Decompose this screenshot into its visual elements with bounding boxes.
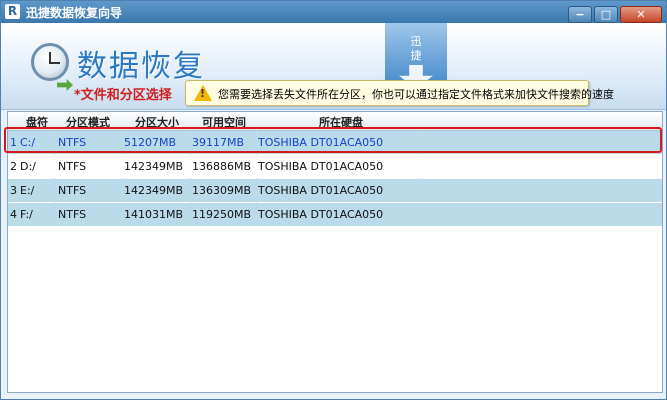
table-row[interactable]: 4 F:/ NTFS 141031MB 119250MB TOSHIBA DT0…	[8, 203, 662, 226]
row-index: 2	[10, 160, 17, 173]
drive-letter: E:/	[20, 184, 35, 197]
tooltip-hint: 您需要选择丢失文件所在分区，你也可以通过指定文件格式来加快文件搜索的速度	[185, 80, 614, 106]
brand-text: 迅捷	[410, 35, 422, 62]
title-bar[interactable]: R 迅捷数据恢复向导 − □ ✕	[1, 1, 666, 23]
free-space: 39117MB	[192, 136, 245, 149]
disk-name: TOSHIBA DT01ACA050	[258, 136, 384, 149]
row-index: 3	[10, 184, 17, 197]
drive-letter: D:/	[20, 160, 36, 173]
section-label: *文件和分区选择	[74, 88, 172, 103]
free-space: 119250MB	[192, 208, 252, 221]
table-row[interactable]: 2 D:/ NTFS 142349MB 136886MB TOSHIBA DT0…	[8, 155, 662, 178]
column-header-mode[interactable]: 分区模式	[58, 114, 118, 130]
partition-mode: NTFS	[58, 136, 87, 149]
disk-name: TOSHIBA DT01ACA050	[258, 160, 384, 173]
restore-arrow-icon	[57, 79, 73, 91]
partition-size: 141031MB	[124, 208, 184, 221]
minimize-button[interactable]: −	[568, 6, 592, 23]
disk-name: TOSHIBA DT01ACA050	[258, 208, 384, 221]
column-header-drive[interactable]: 盘符	[22, 114, 52, 130]
row-index: 4	[10, 208, 17, 221]
partition-table[interactable]: 盘符 分区模式 分区大小 可用空间 所在硬盘 1 C:/ NTFS 51207M…	[7, 111, 663, 393]
table-row-selected[interactable]: 1 C:/ NTFS 51207MB 39117MB TOSHIBA DT01A…	[8, 131, 662, 154]
disk-name: TOSHIBA DT01ACA050	[258, 184, 384, 197]
partition-mode: NTFS	[58, 160, 87, 173]
partition-size: 142349MB	[124, 160, 184, 173]
partition-mode: NTFS	[58, 208, 87, 221]
close-button[interactable]: ✕	[620, 6, 662, 23]
drive-letter: C:/	[20, 136, 36, 149]
warning-icon	[194, 85, 212, 101]
partition-size: 51207MB	[124, 136, 177, 149]
app-logo-icon: R	[5, 4, 20, 19]
app-window: R 迅捷数据恢复向导 −□✕ 数据恢复 *文件和分区选择 迅捷 您需要选择丢失文…	[0, 0, 667, 400]
maximize-button[interactable]: □	[594, 6, 618, 23]
table-header: 盘符 分区模式 分区大小 可用空间 所在硬盘	[8, 112, 662, 131]
partition-mode: NTFS	[58, 184, 87, 197]
free-space: 136309MB	[192, 184, 252, 197]
column-header-size[interactable]: 分区大小	[124, 114, 190, 130]
page-title: 数据恢复	[77, 49, 205, 84]
partition-size: 142349MB	[124, 184, 184, 197]
free-space: 136886MB	[192, 160, 252, 173]
column-header-disk[interactable]: 所在硬盘	[258, 114, 424, 130]
column-header-free[interactable]: 可用空间	[192, 114, 256, 130]
drive-letter: F:/	[20, 208, 33, 221]
clock-icon	[31, 43, 69, 81]
table-row[interactable]: 3 E:/ NTFS 142349MB 136309MB TOSHIBA DT0…	[8, 179, 662, 202]
row-index: 1	[10, 136, 17, 149]
window-controls: − □ ✕	[566, 3, 662, 23]
tooltip-text: 您需要选择丢失文件所在分区，你也可以通过指定文件格式来加快文件搜索的速度	[218, 88, 614, 101]
window-title: 迅捷数据恢复向导	[26, 6, 123, 20]
